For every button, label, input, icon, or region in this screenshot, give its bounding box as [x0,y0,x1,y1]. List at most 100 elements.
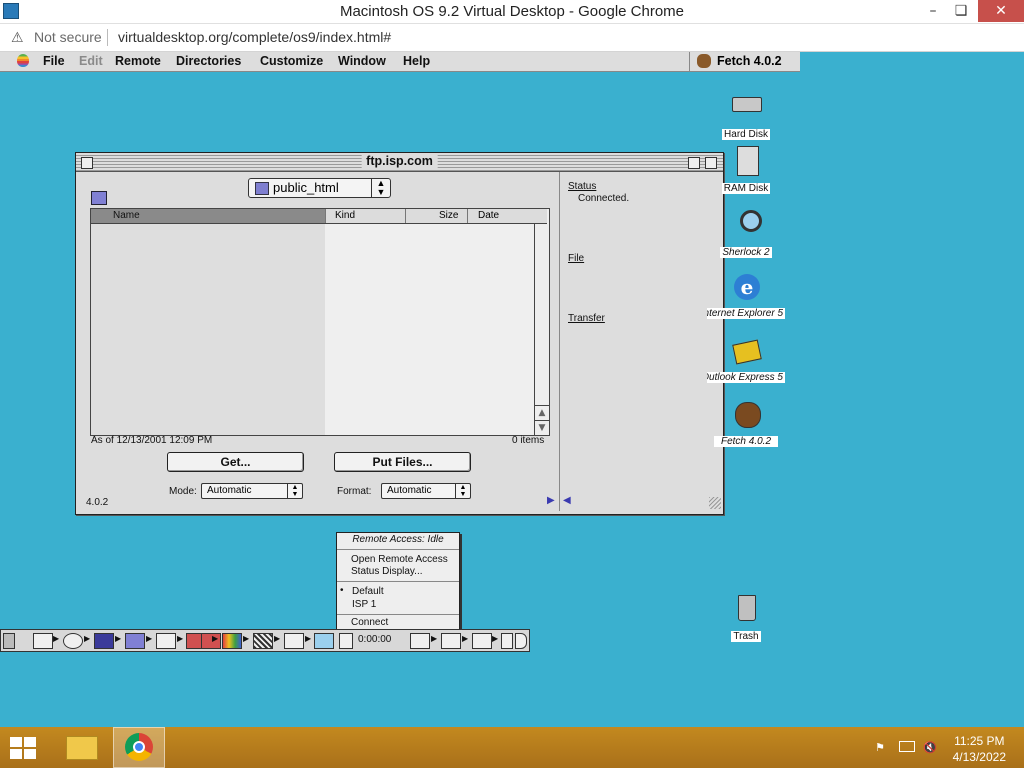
desktop-icon-outlook-express[interactable]: Outlook Express 5 [706,338,786,387]
transfer-heading: Transfer [568,313,605,324]
menu-remote[interactable]: Remote [115,54,161,68]
status-pane: ◀ Status Connected. File Transfer [559,172,723,511]
menu-customize[interactable]: Customize [260,54,323,68]
name-column-area[interactable] [91,224,325,435]
put-files-button[interactable]: Put Files... [334,452,471,472]
column-name[interactable]: Name [91,209,325,223]
browser-title-bar: Macintosh OS 9.2 Virtual Desktop - Googl… [0,0,1024,24]
file-list[interactable]: Name Kind Size Date ▲ ▼ [90,208,550,436]
lock-icon[interactable] [156,633,176,649]
web-sharing-icon[interactable] [472,633,492,649]
apple-menu-icon[interactable] [17,54,29,67]
collapse-left-arrow-icon[interactable]: ◀ [563,495,571,506]
ram-disk-icon [737,146,759,176]
cd-icon[interactable] [63,633,83,649]
control-strip[interactable]: ▶ ▶ ▶ ▶ ▶ ▶ ▶ ▶ ▶ 0:00:00 ▶ ▶ ▶ [0,629,530,652]
sherlock-icon [740,210,762,232]
expand-right-arrow-icon[interactable]: ▶ [547,495,555,506]
url-text[interactable]: virtualdesktop.org/complete/os9/index.ht… [118,29,391,45]
fetch-window: ftp.isp.com public_html ▲ ▼ Name Kind Siz… [75,152,724,515]
mode-label: Mode: [169,486,197,497]
scroll-up-arrow-icon[interactable]: ▲ [535,405,549,420]
open-remote-access-item[interactable]: Open Remote Access [351,554,457,565]
file-heading: File [568,253,585,264]
chrome-taskbar-button[interactable] [113,727,165,768]
file-list-header: Name Kind Size Date [91,209,547,224]
desktop-icon-internet-explorer[interactable]: e Internet Explorer 5 [706,274,786,323]
desktop-icon-hard-disk[interactable]: Hard Disk [706,92,786,141]
folder-icon[interactable] [91,191,107,205]
action-center-flag-icon[interactable]: ⚑ [875,741,889,754]
speaker-icon[interactable] [410,633,430,649]
minimize-button[interactable]: – [918,0,948,22]
desktop-icon-sherlock[interactable]: Sherlock 2 [706,210,786,259]
desktop-icon-label: Sherlock 2 [720,247,772,258]
popup-arrows-icon: ▲ ▼ [455,484,470,498]
monitor-icon[interactable] [33,633,53,649]
mode-popup[interactable]: Automatic ▲ ▼ [201,483,303,499]
sherlock-strip-icon[interactable] [314,633,334,649]
address-bar[interactable]: ⚠ Not secure virtualdesktop.org/complete… [0,24,1024,52]
popup-arrows-icon: ▲ ▼ [371,179,390,197]
printer-icon[interactable] [284,633,304,649]
browser-title: Macintosh OS 9.2 Virtual Desktop - Googl… [339,3,685,20]
scroll-down-arrow-icon[interactable]: ▼ [535,420,549,435]
get-button[interactable]: Get... [167,452,304,472]
volume-muted-icon[interactable]: 🔇 [923,741,937,754]
resolution-icon[interactable] [253,633,273,649]
isp1-config-item[interactable]: ISP 1 [352,599,457,610]
menu-edit[interactable]: Edit [79,54,103,68]
warning-icon[interactable]: ⚠ [11,29,24,46]
default-config-item[interactable]: Default [352,586,457,597]
close-button[interactable]: ✕ [978,0,1024,22]
menu-help[interactable]: Help [403,54,430,68]
connect-item[interactable]: Connect [351,617,457,628]
menu-file[interactable]: File [43,54,65,68]
popup-arrows-icon: ▲ ▼ [287,484,302,498]
menu-directories[interactable]: Directories [176,54,241,68]
control-strip-end-tab-icon[interactable] [515,633,527,649]
control-strip-tab-icon[interactable] [3,633,15,649]
desktop-icon-trash[interactable]: Trash [706,594,786,643]
resize-grip-icon[interactable] [709,497,721,509]
security-label[interactable]: Not secure [34,29,102,45]
application-switcher[interactable]: Fetch 4.0.2 [689,52,800,71]
internet-explorer-icon: e [734,274,760,300]
file-explorer-taskbar-button[interactable] [56,727,108,768]
hard-disk-icon [732,97,762,112]
desktop-icon-label: Fetch 4.0.2 [714,436,778,447]
trash-icon [738,595,756,621]
desktop-icon-ram-disk[interactable]: RAM Disk [706,146,786,195]
fetch-window-title-bar[interactable]: ftp.isp.com [76,153,723,172]
remote-access-icon[interactable] [339,633,353,649]
column-kind[interactable]: Kind [335,210,355,221]
status-display-item[interactable]: Status Display... [351,566,457,577]
status-value: Connected. [578,193,630,204]
column-date[interactable]: Date [478,210,499,221]
menu-window[interactable]: Window [338,54,386,68]
network-icon[interactable] [899,741,915,752]
item-count: 0 items [512,435,545,446]
mac-menu-bar: File Edit Remote Directories Customize W… [0,52,800,72]
file-sharing-icon[interactable] [125,633,145,649]
folder-popup[interactable]: public_html ▲ ▼ [248,178,391,198]
window-close-box[interactable] [81,157,93,169]
vertical-scrollbar[interactable]: ▲ ▼ [534,224,549,435]
color-depth-icon[interactable] [222,633,242,649]
status-heading: Status [568,181,597,192]
format-popup[interactable]: Automatic ▲ ▼ [381,483,471,499]
version-label: 4.0.2 [86,497,109,508]
windows-start-icon[interactable] [10,737,38,759]
gear-icon[interactable] [501,633,513,649]
as-of-timestamp: As of 12/13/2001 12:09 PM [91,435,213,446]
desktop-icon-label: Internet Explorer 5 [707,308,785,319]
window-zoom-box[interactable] [688,157,700,169]
desktop-icon-fetch[interactable]: Fetch 4.0.2 [706,402,786,451]
restore-button[interactable]: ❏ [946,0,976,22]
fetch-dog-icon [697,54,711,68]
column-size[interactable]: Size [439,210,458,221]
microphone-icon[interactable] [441,633,461,649]
appearance-icon[interactable] [94,633,114,649]
system-clock[interactable]: 11:25 PM 4/13/2022 [953,733,1006,765]
clock-time: 11:25 PM [954,734,1005,748]
